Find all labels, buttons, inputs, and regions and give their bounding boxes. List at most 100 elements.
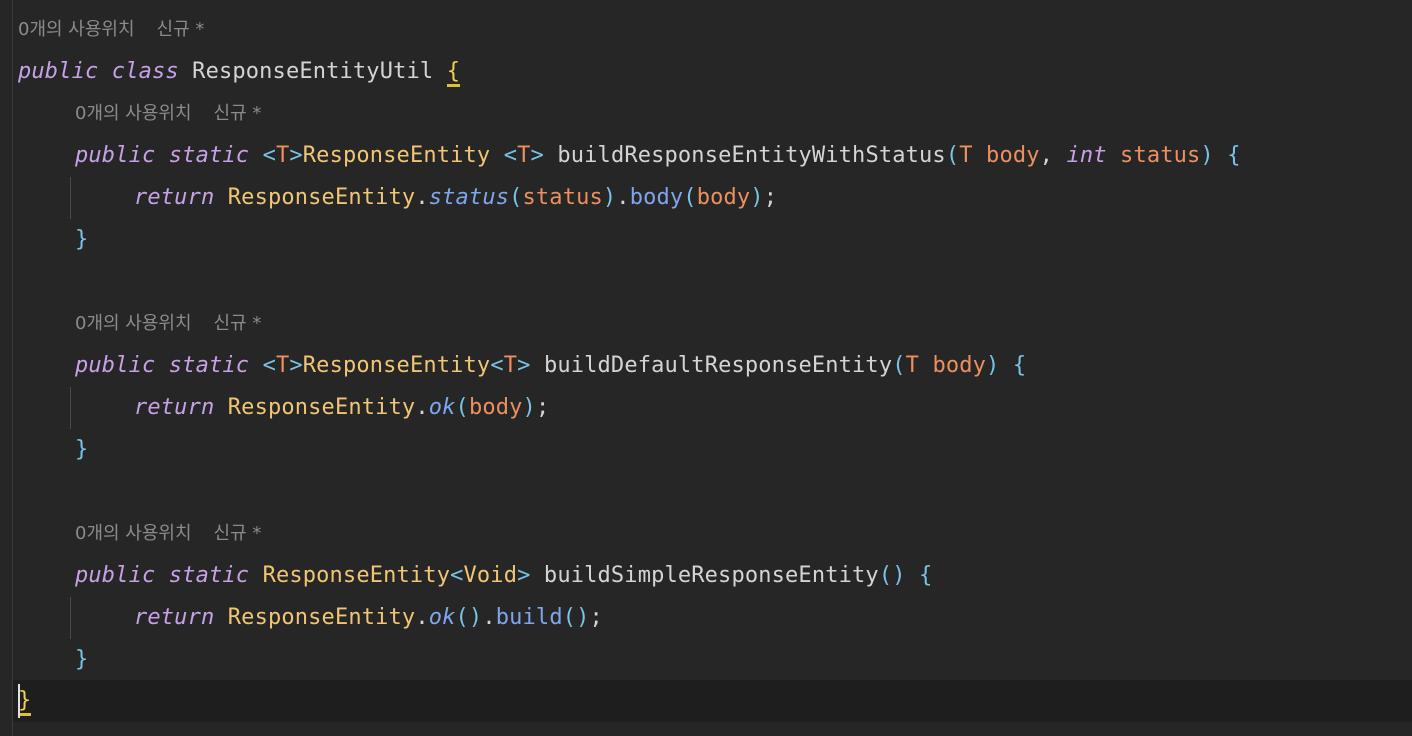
paren-open: ( bbox=[509, 185, 523, 210]
arg: status bbox=[522, 185, 603, 210]
paren-close: ) bbox=[986, 353, 1000, 378]
code-line-method-2-body[interactable]: return ResponseEntity.ok(body); bbox=[134, 387, 549, 429]
usages-link[interactable]: 0개의 사용위치 bbox=[18, 19, 135, 40]
keyword-return: return bbox=[134, 395, 215, 420]
status-link[interactable]: 신규 * bbox=[157, 19, 205, 40]
parens: () bbox=[455, 605, 483, 630]
type-param: T bbox=[517, 143, 531, 168]
angle-open: < bbox=[490, 353, 504, 378]
indent-guide bbox=[70, 597, 71, 639]
keyword-public: public bbox=[75, 563, 156, 588]
indent-guide bbox=[70, 177, 71, 219]
brace-close: } bbox=[75, 227, 89, 252]
code-line-method-1-body[interactable]: return ResponseEntity.status(status).bod… bbox=[134, 177, 777, 219]
param-type: T bbox=[905, 353, 920, 378]
return-type: ResponseEntity bbox=[262, 563, 451, 588]
keyword-static: static bbox=[168, 563, 250, 588]
angle-close: > bbox=[289, 143, 303, 168]
semicolon: ; bbox=[535, 395, 550, 420]
status-link[interactable]: 신규 * bbox=[214, 523, 262, 544]
dot: . bbox=[415, 605, 429, 630]
keyword-return: return bbox=[134, 605, 215, 630]
brace-close: } bbox=[75, 647, 89, 672]
code-editor[interactable]: 0개의 사용위치 신규 * public class ResponseEntity… bbox=[0, 0, 1412, 736]
parens: () bbox=[878, 563, 906, 588]
code-line-method-1-signature[interactable]: public static <T>ResponseEntity <T> buil… bbox=[75, 135, 1241, 177]
status-link[interactable]: 신규 * bbox=[214, 313, 262, 334]
dot: . bbox=[616, 185, 630, 210]
angle-open: < bbox=[262, 143, 276, 168]
semicolon: ; bbox=[589, 605, 603, 630]
keyword-public: public bbox=[75, 143, 156, 168]
usages-link[interactable]: 0개의 사용위치 bbox=[75, 103, 192, 124]
matched-close-brace: } bbox=[18, 688, 32, 716]
matched-open-brace: { bbox=[446, 59, 461, 87]
param-name: status bbox=[1120, 143, 1201, 168]
method-name: buildResponseEntityWithStatus bbox=[557, 143, 946, 168]
codelens-class[interactable]: 0개의 사용위치 신규 * bbox=[18, 15, 204, 45]
code-line-method-2-signature[interactable]: public static <T>ResponseEntity<T> build… bbox=[75, 345, 1026, 387]
usages-link[interactable]: 0개의 사용위치 bbox=[75, 313, 192, 334]
type-param: T bbox=[275, 143, 290, 168]
code-line-method-3-signature[interactable]: public static ResponseEntity<Void> build… bbox=[75, 555, 932, 597]
angle-open: < bbox=[262, 353, 276, 378]
status-link[interactable]: 신규 * bbox=[214, 103, 262, 124]
paren-close: ) bbox=[750, 185, 764, 210]
return-type: ResponseEntity bbox=[302, 143, 491, 168]
paren-close: ) bbox=[522, 395, 536, 420]
paren-close: ) bbox=[1200, 143, 1214, 168]
brace-open: { bbox=[919, 563, 933, 588]
arg: body bbox=[696, 185, 751, 210]
param-name: body bbox=[986, 143, 1040, 168]
angle-close: > bbox=[289, 353, 303, 378]
code-line-method-2-close[interactable]: } bbox=[75, 429, 88, 471]
paren-open: ( bbox=[892, 353, 906, 378]
keyword-int: int bbox=[1066, 143, 1107, 168]
method-call: build bbox=[495, 605, 563, 630]
code-line-class-declaration[interactable]: public class ResponseEntityUtil { bbox=[18, 51, 461, 93]
angle-close: > bbox=[517, 563, 531, 588]
method-name: buildSimpleResponseEntity bbox=[543, 563, 879, 588]
keyword-static: static bbox=[168, 353, 250, 378]
param-name: body bbox=[932, 353, 987, 378]
angle-open: < bbox=[450, 563, 464, 588]
generic-type: Void bbox=[463, 563, 518, 588]
param-type: T bbox=[959, 143, 973, 168]
text-cursor bbox=[18, 684, 20, 718]
paren-close: ) bbox=[602, 185, 617, 210]
codelens-method-2[interactable]: 0개의 사용위치 신규 * bbox=[75, 309, 261, 339]
code-line-method-3-body[interactable]: return ResponseEntity.ok().build(); bbox=[134, 597, 603, 639]
class-ref: ResponseEntity bbox=[227, 185, 416, 210]
paren-open: ( bbox=[455, 395, 469, 420]
gutter-border bbox=[12, 0, 13, 736]
parens: () bbox=[562, 605, 590, 630]
paren-open: ( bbox=[945, 143, 960, 168]
paren-open: ( bbox=[683, 185, 697, 210]
keyword-class: class bbox=[111, 59, 179, 84]
class-ref: ResponseEntity bbox=[227, 395, 416, 420]
keyword-public: public bbox=[18, 59, 99, 84]
dot: . bbox=[415, 185, 429, 210]
usages-link[interactable]: 0개의 사용위치 bbox=[75, 523, 192, 544]
semicolon: ; bbox=[763, 185, 778, 210]
keyword-static: static bbox=[168, 143, 250, 168]
method-name: buildDefaultResponseEntity bbox=[543, 353, 893, 378]
angle-close: > bbox=[517, 353, 531, 378]
dot: . bbox=[482, 605, 496, 630]
class-ref: ResponseEntity bbox=[227, 605, 416, 630]
codelens-method-1[interactable]: 0개의 사용위치 신규 * bbox=[75, 99, 261, 129]
brace-open: { bbox=[1012, 353, 1027, 378]
code-line-class-close[interactable]: } bbox=[18, 680, 32, 722]
code-line-method-1-close[interactable]: } bbox=[75, 219, 88, 261]
angle-open: < bbox=[503, 143, 518, 168]
type-param: T bbox=[275, 353, 290, 378]
angle-close: > bbox=[530, 143, 544, 168]
return-type: ResponseEntity bbox=[302, 353, 491, 378]
code-line-method-3-close[interactable]: } bbox=[75, 639, 88, 681]
brace-open: { bbox=[1227, 143, 1241, 168]
comma: , bbox=[1039, 143, 1054, 168]
keyword-public: public bbox=[75, 353, 156, 378]
codelens-method-3[interactable]: 0개의 사용위치 신규 * bbox=[75, 519, 261, 549]
method-call: body bbox=[629, 185, 684, 210]
arg: body bbox=[468, 395, 523, 420]
